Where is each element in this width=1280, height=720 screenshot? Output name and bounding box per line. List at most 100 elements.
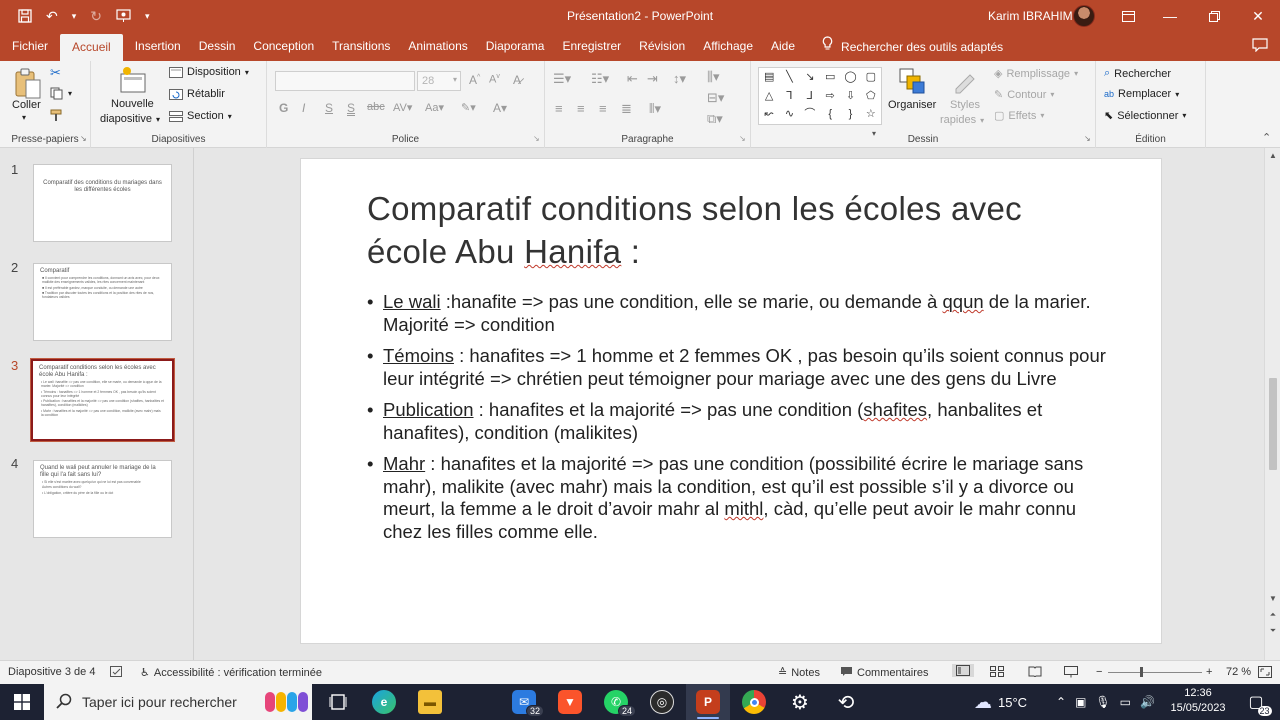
arrow-line-shape-icon[interactable]: ↘ [800, 68, 820, 87]
next-slide-icon[interactable]: ⏷ [1265, 626, 1280, 636]
font-dialog-launcher-icon[interactable]: ↘ [533, 134, 540, 143]
notification-center[interactable]: ▢ 23 [1238, 684, 1274, 720]
restore-button[interactable] [1192, 0, 1236, 32]
copy-icon[interactable]: ▾ [50, 87, 72, 100]
curve-shape-icon[interactable]: ∿ [779, 105, 799, 124]
tab-fichier[interactable]: Fichier [3, 32, 57, 61]
italic-button[interactable]: I [302, 101, 305, 115]
layout-button[interactable]: Disposition ▾ [169, 66, 249, 78]
comments-button[interactable]: Commentaires [840, 666, 929, 680]
start-button[interactable] [0, 684, 44, 720]
highlight-icon[interactable]: ✎▾ [461, 101, 476, 114]
drawing-dialog-launcher-icon[interactable]: ↘ [1084, 134, 1091, 143]
shape-outline-button[interactable]: ✎ Contour ▾ [994, 88, 1054, 102]
close-button[interactable]: ✕ [1236, 0, 1280, 32]
paste-dropdown-icon[interactable]: ▾ [22, 113, 26, 122]
fit-to-window-icon[interactable] [1258, 666, 1272, 678]
dialog-launcher-icon[interactable]: ↘ [80, 134, 87, 143]
text-direction-icon[interactable]: ⫼▾ [707, 69, 720, 85]
bullets-icon[interactable]: ☰▾ [553, 71, 571, 87]
show-hidden-icons[interactable]: ⌃ [1056, 695, 1066, 709]
notes-button[interactable]: ≙ Notes [778, 666, 820, 680]
undo-icon[interactable]: ↶ [46, 8, 58, 25]
brace-left-shape-icon[interactable]: { [820, 105, 840, 124]
paste-button[interactable]: Coller [12, 99, 41, 111]
slide-thumbnail-4[interactable]: Quand le wali peut annuler le mariage de… [33, 460, 172, 538]
tab-animations[interactable]: Animations [399, 32, 476, 61]
pentagon-shape-icon[interactable]: ⬠ [861, 87, 881, 106]
comments-icon[interactable] [1252, 38, 1268, 55]
font-size-field[interactable]: 28 ▾ [417, 71, 461, 91]
obs-icon[interactable]: ◎ [640, 684, 684, 720]
numbering-icon[interactable]: ☷▾ [591, 71, 609, 87]
columns-icon[interactable]: ⫴▾ [649, 101, 661, 117]
star-shape-icon[interactable]: ☆ [861, 105, 881, 124]
minimize-button[interactable]: — [1148, 0, 1192, 32]
spelling-icon[interactable] [110, 666, 124, 678]
chrome-icon[interactable] [732, 684, 776, 720]
freeform-shape-icon[interactable]: ↜ [759, 105, 779, 124]
align-right-icon[interactable]: ≡ [599, 101, 607, 116]
taskbar-search[interactable]: Taper ici pour rechercher [44, 684, 312, 720]
tab-conception[interactable]: Conception [244, 32, 323, 61]
zoom-slider-thumb[interactable] [1140, 667, 1143, 677]
replace-button[interactable]: ab Remplacer ▾ [1104, 88, 1179, 100]
shapes-gallery[interactable]: ▤ ╲ ↘ ▭ ◯ ▢ △ ⅂ ⅃ ⇨ ⇩ ⬠ ↜ ∿ ⌒ { } ☆ [758, 67, 882, 125]
new-slide-button[interactable]: diapositive ▾ [100, 113, 160, 125]
section-button[interactable]: Section ▾ [169, 110, 232, 122]
character-spacing-icon[interactable]: AV▾ [393, 101, 412, 114]
triangle-shape-icon[interactable]: △ [759, 87, 779, 106]
rounded-rect-shape-icon[interactable]: ▢ [861, 68, 881, 87]
collapse-ribbon-icon[interactable]: ⌃ [1262, 131, 1271, 144]
scroll-up-icon[interactable]: ▲ [1265, 151, 1280, 160]
slide-thumbnail-2[interactable]: Comparatif ■ Il convient pour comprendre… [33, 263, 172, 341]
quick-styles-icon[interactable] [952, 67, 984, 99]
tell-me-search[interactable]: Rechercher des outils adaptés [804, 32, 1012, 61]
weather-widget[interactable]: ☁ 15°C [974, 684, 1027, 720]
tab-insertion[interactable]: Insertion [126, 32, 190, 61]
slide-thumbnail-3[interactable]: Comparatif conditions selon les écoles a… [31, 359, 174, 441]
align-center-icon[interactable]: ≡ [577, 101, 585, 116]
slide-title[interactable]: Comparatif conditions selon les écoles a… [367, 187, 1107, 273]
sync-app-icon[interactable]: ⟲ [824, 684, 868, 720]
rectangle-shape-icon[interactable]: ▭ [820, 68, 840, 87]
shape-fill-button[interactable]: ◈ Remplissage ▾ [994, 67, 1078, 81]
brace-right-shape-icon[interactable]: } [840, 105, 860, 124]
smartart-icon[interactable]: ⧉▾ [707, 111, 723, 127]
line-spacing-icon[interactable]: ↕▾ [673, 71, 686, 87]
new-slide-icon[interactable] [117, 65, 149, 97]
zoom-slider[interactable] [1108, 672, 1202, 673]
new-slide-label-1[interactable]: Nouvelle [111, 98, 154, 110]
tab-enregistrer[interactable]: Enregistrer [553, 32, 630, 61]
redo-icon[interactable]: ↻ [90, 8, 102, 25]
select-button[interactable]: ⬉ Sélectionner ▾ [1104, 109, 1186, 123]
reading-view-icon[interactable] [1028, 666, 1042, 677]
microphone-icon[interactable]: 🎙 [1095, 695, 1110, 709]
tab-transitions[interactable]: Transitions [323, 32, 399, 61]
slide-canvas[interactable]: Comparatif conditions selon les écoles a… [300, 158, 1162, 644]
undo-dropdown-icon[interactable]: ▾ [72, 11, 77, 22]
elbow-connector-shape-icon[interactable]: ⅂ [779, 87, 799, 106]
line-shape-icon[interactable]: ╲ [779, 68, 799, 87]
clear-formatting-icon[interactable]: A̷ [513, 73, 521, 87]
increase-font-icon[interactable]: A^ [469, 73, 480, 87]
textbox-shape-icon[interactable]: ▤ [759, 68, 779, 87]
normal-view-icon[interactable] [952, 664, 974, 677]
reset-button[interactable]: Rétablir [169, 88, 225, 100]
quick-styles-button[interactable]: rapides ▾ [940, 114, 984, 126]
zoom-level[interactable]: 72 % [1226, 666, 1251, 678]
format-painter-icon[interactable] [50, 109, 64, 122]
slideshow-from-start-icon[interactable] [116, 9, 131, 23]
paste-icon[interactable] [12, 67, 44, 99]
tab-affichage[interactable]: Affichage [694, 32, 762, 61]
arrange-button[interactable]: Organiser [888, 99, 936, 111]
slide-sorter-icon[interactable] [990, 666, 1004, 677]
brave-icon[interactable]: ▼ [548, 684, 592, 720]
shape-effects-button[interactable]: ▢ Effets ▾ [994, 109, 1044, 123]
scrollbar-thumb[interactable] [1269, 378, 1277, 470]
change-case-icon[interactable]: Aa▾ [425, 101, 444, 114]
settings-icon[interactable]: ⚙ [778, 684, 822, 720]
network-icon[interactable]: ▭ [1120, 695, 1131, 709]
save-icon[interactable] [18, 9, 32, 23]
scroll-down-icon[interactable]: ▼ [1265, 594, 1280, 603]
